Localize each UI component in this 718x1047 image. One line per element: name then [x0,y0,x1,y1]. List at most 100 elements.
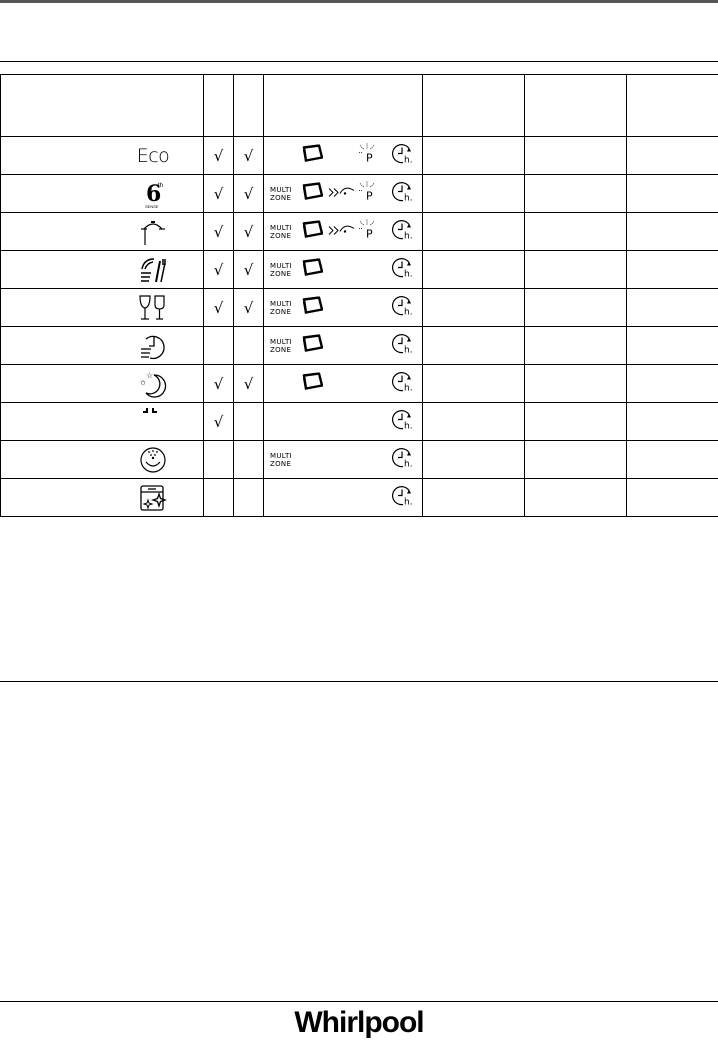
eco-text: Eco [136,144,170,167]
data-cell-5 [524,288,627,327]
data-cell-6 [626,250,718,289]
data-cell-5 [524,174,627,213]
multizone-icon: MULTI ZONE [270,185,292,202]
delay-timer-icon: h. [392,180,414,207]
data-cell-6 [626,478,718,517]
options-cell: h. [263,478,423,517]
data-cell-6 [626,402,718,441]
tablet-icon [301,371,324,395]
hygiene-icon [135,445,171,475]
footer-divider [0,1001,718,1002]
multizone-icon: MULTI ZONE [270,337,292,354]
check-cell-2: √ [233,288,264,327]
data-cell-6 [626,212,718,251]
svg-text:✩: ✩ [140,379,146,387]
check-cell-2 [233,440,264,479]
program-name-cell: Eco [0,136,204,175]
data-cell-5 [524,326,627,365]
whirlpool-logo: Whirlpool [294,1006,424,1039]
data-cell-4 [422,212,525,251]
program-table: Eco √ √ Ph. 6th SENSE √ √ MULTI ZONE Ph. √ √ MULTI ZON… [0,74,718,517]
check-cell-2 [233,402,264,441]
data-cell-5 [524,250,627,289]
top-rule [0,0,718,3]
check-cell-1: √ [203,212,234,251]
header-program [0,74,204,137]
data-cell-5 [524,364,627,403]
data-cell-6 [626,136,718,175]
check-cell-2: √ [233,364,264,403]
data-cell-6 [626,364,718,403]
program-row: √ √ MULTI ZONE h. [0,250,718,289]
program-row: √ √ MULTI ZONE Ph. [0,212,718,251]
data-cell-5 [524,212,627,251]
tablet-icon [301,181,324,205]
program-row: 6th SENSE √ √ MULTI ZONE Ph. [0,174,718,213]
data-cell-5 [524,402,627,441]
program-name-cell [0,212,204,251]
6th-sense-icon: 6th SENSE [135,179,171,209]
check-cell-1: √ [203,402,234,441]
options-cell: MULTI ZONE Ph. [263,212,423,251]
program-name-cell [0,478,204,517]
options-cell: h. [263,364,423,403]
eco-label: Eco [135,141,171,171]
data-cell-6 [626,326,718,365]
data-cell-4 [422,174,525,213]
check-cell-2: √ [233,250,264,289]
options-cell: h. [263,402,423,441]
check-cell-2: √ [233,212,264,251]
delay-timer-icon: h. [392,142,414,169]
check-cell-1: √ [203,364,234,403]
program-row: MULTI ZONE h. [0,440,718,479]
svg-text:SENSE: SENSE [145,204,159,209]
check-cell-2: √ [233,136,264,175]
delay-timer-icon: h. [392,294,414,321]
program-name-cell [0,288,204,327]
check-cell-1: √ [203,288,234,327]
data-cell-5 [524,440,627,479]
tablet-icon [301,333,324,357]
header-col-2 [233,74,264,137]
delay-timer-icon: h. [392,218,414,245]
svg-text:h.: h. [404,459,413,468]
svg-text:th: th [158,183,163,189]
svg-text:h.: h. [404,307,413,316]
svg-text:h.: h. [404,193,413,202]
check-cell-1: √ [203,250,234,289]
table-header [0,74,718,137]
data-cell-6 [626,288,718,327]
multizone-icon: MULTI ZONE [270,261,292,278]
program-row: ☆ ✩ √ √ h. [0,364,718,403]
program-name-cell: 6th SENSE [0,174,204,213]
power-clean-icon: P [358,181,376,206]
data-cell-4 [422,288,525,327]
delay-timer-icon: h. [392,446,414,473]
tablet-icon [301,295,324,319]
tablet-icon [301,257,324,281]
multizone-icon: MULTI ZONE [270,223,292,240]
delay-timer-icon: h. [392,484,414,511]
data-cell-4 [422,136,525,175]
options-cell: MULTI ZONE h. [263,250,423,289]
prewash-icon [135,407,171,437]
check-cell-1: √ [203,136,234,175]
delay-timer-icon: h. [392,256,414,283]
options-cell: MULTI ZONE h. [263,288,423,327]
delay-timer-icon: h. [392,332,414,359]
quick-wash-icon [135,331,171,361]
svg-text:P: P [366,151,373,163]
check-cell-1 [203,440,234,479]
options-cell: Ph. [263,136,423,175]
data-cell-4 [422,440,525,479]
tablet-icon [301,219,324,243]
glasses-icon [135,293,171,323]
svg-text:h.: h. [404,269,413,278]
daily-dishes-icon [135,255,171,285]
header-divider [0,61,718,62]
check-cell-1 [203,326,234,365]
power-clean-icon: P [358,143,376,168]
turbo-icon [328,222,356,241]
svg-text:h.: h. [404,421,413,430]
program-row: √ √ MULTI ZONE h. [0,288,718,327]
